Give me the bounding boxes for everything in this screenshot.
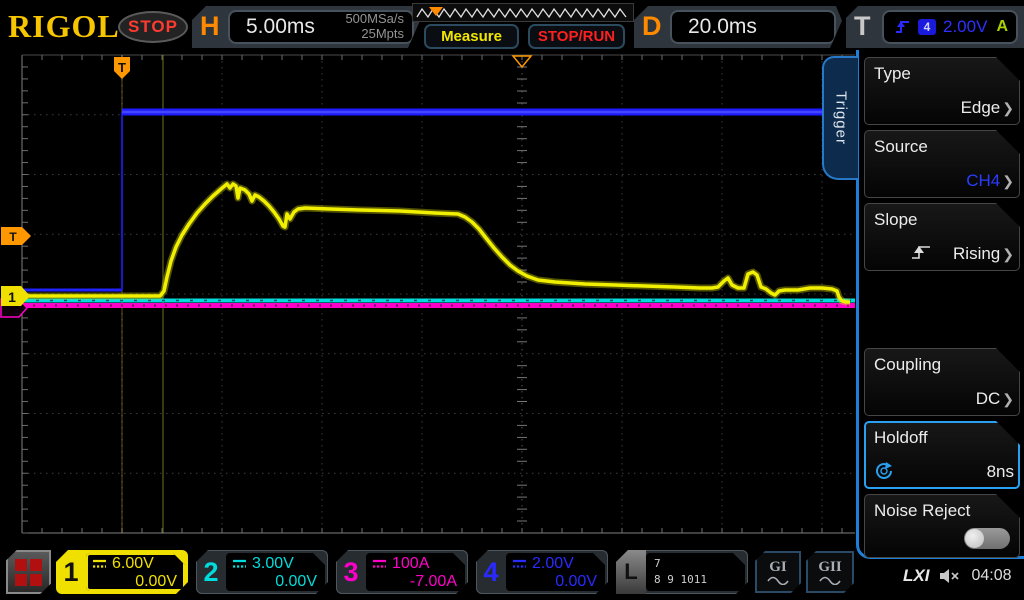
delay-value-box[interactable]: 20.0ms [670,10,836,44]
memory-depth: 25Mpts [361,26,404,41]
trigger-level-marker[interactable]: T [1,227,31,245]
horizontal-label: H [200,11,220,42]
channel4-offset: 0.00V [512,573,597,591]
clock: 04:08 [971,567,1011,585]
trigger-level-value: 2.00V [943,17,987,37]
lxi-logo: LXI [903,566,929,586]
trigger-mode-auto: A [996,18,1008,36]
svg-text:T: T [118,60,126,75]
logic-analyzer-box[interactable]: L 0 1 2 3 4 5 6 7 8 9 1011 12131415 [616,550,748,594]
multifunction-knob-icon [874,461,896,481]
sine-wave-icon [819,576,841,585]
horizontal-panel: H 5.00ms 500MSa/s 25Mpts [192,6,420,48]
zigzag-waveform-icon [413,4,633,21]
menu-item-holdoff[interactable]: Holdoff 8ns [864,421,1020,489]
channel3-box[interactable]: 3 100A -7.00A [336,550,468,594]
run-state-badge: STOP [118,11,188,43]
channel3-scale: 100A [392,555,429,573]
trigger-position-flag[interactable]: T [114,57,130,79]
dc-coupling-icon [372,559,387,569]
horizontal-scale-box[interactable]: 5.00ms 500MSa/s 25Mpts [228,10,414,44]
noise-reject-label: Noise Reject [874,501,970,521]
svg-text:T: T [9,230,17,244]
stop-run-button[interactable]: STOP/RUN [528,24,625,49]
chevron-right-icon: ❯ [1002,100,1014,117]
graticule-and-traces: T T 1 [0,50,858,560]
coupling-value: DC [976,389,1001,409]
holdoff-label: Holdoff [874,428,928,448]
chevron-right-icon: ❯ [1002,173,1014,190]
delay-value: 20.0ms [672,15,757,39]
trigger-menu-tab[interactable]: Trigger [822,56,858,180]
dc-coupling-icon [92,559,107,569]
sine-wave-icon [767,576,789,585]
dc-coupling-icon [512,559,527,569]
main-menu-button[interactable] [6,550,51,594]
trigger-info-box[interactable]: 4 2.00V A [882,10,1018,44]
channel3-offset: -7.00A [372,573,457,591]
rising-edge-icon [894,19,911,35]
measure-button[interactable]: Measure [424,24,519,49]
generator2-button[interactable]: GII [806,551,854,593]
holdoff-value: 8ns [987,462,1014,482]
trigger-source-badge: 4 [918,19,936,35]
status-area: LXI 04:08 [903,566,1012,586]
menu-grid-icon [15,559,42,586]
timebase-value: 5.00ms [230,15,315,39]
generator1-label: GI [769,559,787,576]
channel2-box[interactable]: 2 3.00V 0.00V [196,550,328,594]
generator2-label: GII [818,559,841,576]
dc-coupling-icon [232,559,247,569]
type-label: Type [874,64,911,84]
sample-rate: 500MSa/s [345,11,404,26]
type-value: Edge [961,98,1001,118]
channel4-scale: 2.00V [532,555,574,573]
channel2-scale: 3.00V [252,555,294,573]
noise-reject-toggle[interactable] [964,528,1010,549]
slope-label: Slope [874,210,917,230]
trigger-info-label: T [854,11,871,42]
ch1-trace [22,184,850,302]
sound-muted-icon [939,568,961,584]
source-label: Source [874,137,928,157]
menu-item-source[interactable]: Source CH4❯ [864,130,1020,198]
trigger-tab-label: Trigger [833,91,850,145]
menu-item-coupling[interactable]: Coupling DC❯ [864,348,1020,416]
memory-position-bar[interactable] [412,3,634,22]
menu-item-slope[interactable]: Slope Rising❯ [864,203,1020,271]
rigol-logo: RIGOL [8,8,120,45]
coupling-label: Coupling [874,355,941,375]
menu-item-noise-reject[interactable]: Noise Reject [864,494,1020,558]
center-axis [517,55,527,533]
digital-channels-row2: 8 9 1011 12131415 [654,572,745,600]
chevron-right-icon: ❯ [1002,391,1014,408]
generator1-button[interactable]: GI [755,551,801,593]
acquisition-info: 500MSa/s 25Mpts [345,12,412,42]
delay-label: D [642,11,662,42]
ch4-trace [22,112,853,290]
trigger-menu: Type Edge❯ Source CH4❯ Slope Rising❯ Cou… [856,50,1024,559]
oscilloscope-screen: RIGOL STOP H 5.00ms 500MSa/s 25Mpts Meas… [0,0,1024,600]
slope-value: Rising [953,244,1000,264]
source-value: CH4 [966,171,1000,191]
delay-panel: D 20.0ms [634,6,842,48]
menu-item-type[interactable]: Type Edge❯ [864,57,1020,125]
channel1-box[interactable]: 1 6.00V 0.00V [56,550,188,594]
trigger-info-panel: T 4 2.00V A [846,6,1024,48]
channel4-box[interactable]: 4 2.00V 0.00V [476,550,608,594]
channel2-offset: 0.00V [232,573,317,591]
waveform-display: T T 1 [0,50,858,560]
channel1-scale: 6.00V [112,555,154,573]
rising-slope-icon [910,244,932,261]
svg-text:1: 1 [8,289,16,305]
chevron-right-icon: ❯ [1002,246,1014,263]
channel1-offset: 0.00V [92,573,177,591]
